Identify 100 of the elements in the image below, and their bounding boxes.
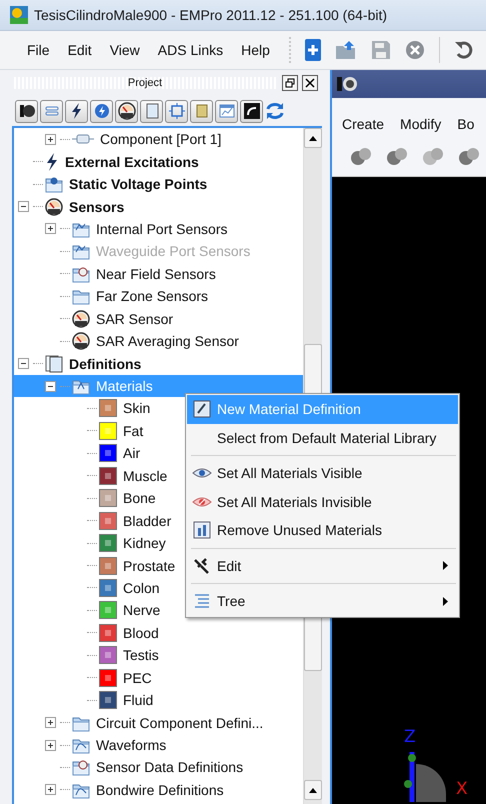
axis-label: Z	[404, 727, 416, 747]
wrench-icon	[193, 556, 211, 575]
material-icon	[193, 400, 211, 418]
tree-label[interactable]: Air	[123, 445, 140, 462]
spheres-icon	[422, 146, 444, 166]
tree-label[interactable]: Fluid	[123, 692, 154, 708]
expand-icon[interactable]	[45, 784, 56, 796]
folder-icon	[45, 175, 63, 194]
pages-icon	[144, 103, 160, 119]
gauge-icon	[72, 332, 90, 350]
expand-icon[interactable]	[45, 740, 56, 751]
tree-label[interactable]: Component [Port 1]	[100, 131, 222, 148]
menu-item[interactable]: Set All Materials Invisible	[187, 488, 458, 516]
up-arrow-icon	[309, 788, 317, 792]
tree-label[interactable]: Nerve	[123, 602, 160, 618]
logo-icon	[18, 103, 34, 119]
up-arrow-icon	[309, 136, 317, 140]
tree-label[interactable]: SAR Sensor	[96, 310, 174, 327]
window-title: TesisCilindroMale900 - EMPro 2011.12 - 251.100 (64-bit)	[34, 7, 388, 23]
collapse-icon[interactable]	[45, 380, 56, 392]
menu-item[interactable]: Modify	[400, 116, 442, 132]
spheres-icon	[386, 146, 408, 166]
tree-label[interactable]: Circuit Component Defini...	[96, 714, 264, 731]
menu-item[interactable]: Set All Materials Visible	[187, 459, 458, 488]
frame-icon	[168, 103, 184, 119]
new-document-icon	[304, 39, 321, 61]
folder-icon	[72, 264, 90, 283]
chart-window-icon	[218, 103, 234, 119]
gauge-tool-button[interactable]	[115, 100, 138, 122]
pages-icon	[45, 354, 63, 373]
menu-item[interactable]: View	[100, 42, 149, 58]
tree-label[interactable]: Muscle	[123, 468, 168, 484]
logo-icon	[336, 74, 358, 94]
script-run-tool-button[interactable]	[240, 100, 263, 122]
spheres-icon	[458, 146, 480, 166]
voltage-tool-button[interactable]	[90, 100, 113, 122]
restore-icon	[285, 78, 295, 88]
menu-item[interactable]: File	[18, 42, 59, 58]
tree-label[interactable]: Kidney	[123, 535, 166, 552]
expand-icon[interactable]	[45, 134, 56, 145]
tree-label[interactable]: Bladder	[123, 512, 172, 529]
save-icon	[370, 40, 391, 60]
tree-label[interactable]: PEC	[123, 670, 152, 686]
spheres-icon	[350, 146, 372, 166]
tree-label[interactable]: Prostate	[123, 558, 176, 574]
tree-label[interactable]: Sensors	[69, 198, 124, 215]
menu-item[interactable]: Tree	[187, 587, 458, 616]
tree-label[interactable]: Static Voltage Points	[69, 176, 208, 192]
lightning-icon	[70, 103, 82, 119]
tree-label[interactable]: Internal Port Sensors	[96, 220, 228, 237]
open-folder-icon	[334, 40, 357, 60]
scroll-up-button[interactable]	[304, 780, 322, 800]
tree-label[interactable]: Far Zone Sensors	[96, 288, 208, 304]
frame-tool-button[interactable]	[165, 100, 188, 122]
lightning-tool-button[interactable]	[65, 100, 88, 122]
tree-label[interactable]: Testis	[123, 647, 159, 664]
lightning-icon	[45, 152, 59, 171]
tree-label[interactable]: Near Field Sensors	[96, 266, 216, 282]
pages-tool-button[interactable]	[140, 100, 163, 122]
menu-item[interactable]: Select from Default Material Library	[187, 424, 458, 452]
tree-label[interactable]: Skin	[123, 400, 150, 416]
menu-item[interactable]: Bo	[457, 116, 474, 132]
float-button[interactable]	[282, 75, 298, 91]
eye-off-icon	[192, 496, 212, 508]
panel-title: Project	[12, 77, 278, 89]
component-icon	[72, 133, 94, 146]
tree-label[interactable]: SAR Averaging Sensor	[96, 333, 239, 350]
tree-label[interactable]: Bondwire Definitions	[96, 782, 224, 798]
refresh-icon	[265, 102, 285, 120]
tree-label[interactable]: Waveforms	[96, 737, 166, 754]
menu-item[interactable]: ADS Links	[148, 42, 232, 58]
menu-item[interactable]: Help	[232, 42, 279, 58]
tree-label[interactable]: Bone	[123, 490, 156, 506]
logo-tool-button[interactable]	[15, 100, 38, 122]
script-tool-button[interactable]	[190, 100, 213, 122]
scroll-up-button[interactable]	[304, 128, 322, 148]
folder-icon	[72, 758, 90, 776]
expand-icon[interactable]	[45, 717, 56, 728]
menu-item[interactable]: Edit	[58, 42, 101, 58]
tree-label[interactable]: Blood	[123, 624, 159, 641]
tree-label[interactable]: External Excitations	[65, 154, 199, 170]
menu-item[interactable]: Edit	[187, 552, 458, 580]
tree-label[interactable]: Sensor Data Definitions	[96, 759, 244, 776]
close-icon	[404, 40, 425, 60]
tree-label[interactable]: Fat	[123, 422, 144, 439]
tree-label[interactable]: Colon	[123, 580, 160, 596]
tree-label[interactable]: Definitions	[69, 356, 142, 372]
expand-icon[interactable]	[45, 223, 56, 234]
collapse-icon[interactable]	[18, 358, 29, 370]
close-icon	[305, 78, 315, 88]
remove-material-icon	[193, 521, 211, 540]
gauge-icon	[118, 102, 136, 120]
menu-item[interactable]: Create	[342, 116, 384, 132]
axis-label: X	[456, 779, 468, 799]
collapse-icon[interactable]	[18, 201, 29, 212]
close-button[interactable]	[302, 75, 318, 91]
menu-item[interactable]: Remove Unused Materials	[187, 516, 458, 544]
undo-icon	[454, 40, 474, 60]
gauge-icon	[72, 310, 90, 328]
scroll-icon	[194, 103, 210, 119]
